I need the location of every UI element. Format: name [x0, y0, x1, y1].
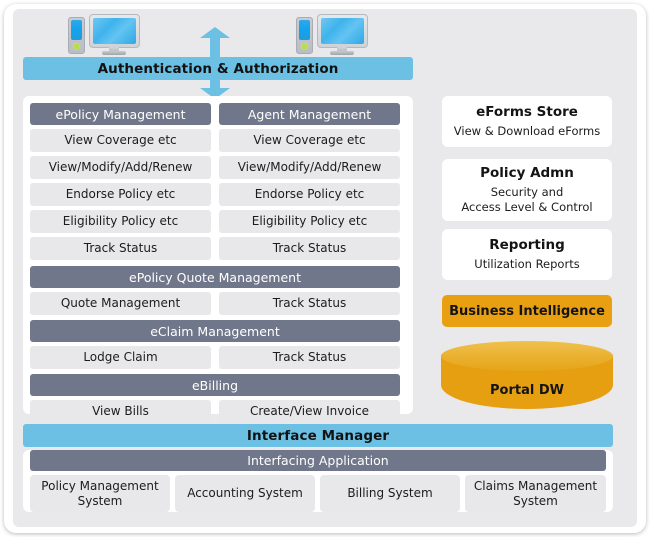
module-item-label: View/Modify/Add/Renew	[237, 160, 382, 175]
interface-manager-label: Interface Manager	[246, 427, 390, 444]
service-card-subtitle: View & Download eForms	[453, 124, 601, 139]
module-item-label: Track Status	[272, 241, 347, 256]
module-item-label: Lodge Claim	[83, 350, 158, 365]
group-header-agent-management[interactable]: Agent Management	[219, 103, 400, 125]
module-item-view-bills[interactable]: View Bills	[30, 400, 211, 423]
portal-data-warehouse-cylinder[interactable]: Portal DW	[441, 341, 613, 409]
group-header-label: Interfacing Application	[247, 453, 389, 468]
module-item-label: View Coverage etc	[253, 133, 366, 148]
module-item-label: Endorse Policy etc	[254, 187, 365, 202]
desktop-computer-icon	[296, 14, 368, 56]
service-card-eforms-store[interactable]: eForms Store View & Download eForms	[442, 96, 612, 147]
monitor-screen-icon	[93, 18, 136, 44]
interface-manager-bar[interactable]: Interface Manager	[23, 424, 613, 447]
service-card-subtitle: Security and Access Level & Control	[461, 185, 593, 214]
module-item-label: View Coverage etc	[64, 133, 177, 148]
service-card-title: Reporting	[489, 237, 565, 254]
module-item-view-modify-add-renew[interactable]: View/Modify/Add/Renew	[219, 156, 400, 179]
cylinder-top-ellipse	[441, 341, 613, 371]
system-box-accounting-system[interactable]: Accounting System	[175, 475, 315, 512]
computer-tower-icon	[68, 17, 85, 54]
system-box-claims-management-system[interactable]: Claims Management System	[465, 475, 606, 512]
module-item-label: View Bills	[92, 404, 149, 419]
module-item-quote-management[interactable]: Quote Management	[30, 292, 211, 315]
group-header-interfacing-application[interactable]: Interfacing Application	[30, 450, 606, 471]
tower-led-icon	[74, 44, 79, 49]
group-header-epolicy-management[interactable]: ePolicy Management	[30, 103, 211, 125]
group-header-label: eClaim Management	[150, 323, 280, 339]
system-box-label: Policy Management System	[41, 478, 159, 508]
module-item-label: Track Status	[272, 350, 347, 365]
monitor-icon	[89, 14, 140, 48]
computer-tower-icon	[296, 17, 313, 54]
group-header-label: eBilling	[191, 377, 238, 393]
module-item-create-view-invoice[interactable]: Create/View Invoice	[219, 400, 400, 423]
module-item-label: Track Status	[83, 241, 158, 256]
group-header-epolicy-quote-management[interactable]: ePolicy Quote Management	[30, 266, 400, 288]
interfacing-application-card: Interfacing Application Policy Managemen…	[23, 450, 613, 512]
portal-dw-label: Portal DW	[490, 383, 564, 398]
service-card-subtitle: Utilization Reports	[474, 257, 580, 272]
module-item-track-status[interactable]: Track Status	[219, 292, 400, 315]
system-box-label: Accounting System	[187, 486, 303, 500]
module-item-view-coverage[interactable]: View Coverage etc	[30, 129, 211, 152]
monitor-screen-icon	[321, 18, 364, 44]
group-header-label: ePolicy Quote Management	[129, 269, 301, 285]
tower-panel-icon	[71, 20, 82, 40]
authentication-authorization-label: Authentication & Authorization	[97, 60, 339, 77]
architecture-diagram: Authentication & Authorization ePolicy M…	[0, 0, 650, 537]
business-intelligence-label: Business Intelligence	[449, 303, 605, 319]
group-header-eclaim-management[interactable]: eClaim Management	[30, 320, 400, 342]
group-header-label: Agent Management	[247, 106, 372, 122]
group-header-ebilling[interactable]: eBilling	[30, 374, 400, 396]
module-item-view-modify-add-renew[interactable]: View/Modify/Add/Renew	[30, 156, 211, 179]
business-intelligence-box[interactable]: Business Intelligence	[442, 295, 612, 327]
tower-panel-icon	[299, 20, 310, 40]
system-box-label: Claims Management System	[473, 478, 598, 508]
service-card-title: eForms Store	[476, 104, 578, 121]
tower-led-icon	[302, 44, 307, 49]
module-item-label: Eligibility Policy etc	[62, 214, 179, 229]
service-card-reporting[interactable]: Reporting Utilization Reports	[442, 229, 612, 280]
module-item-label: Quote Management	[60, 296, 181, 311]
module-item-endorse-policy[interactable]: Endorse Policy etc	[30, 183, 211, 206]
module-item-eligibility-policy[interactable]: Eligibility Policy etc	[219, 210, 400, 233]
module-item-track-status[interactable]: Track Status	[30, 237, 211, 260]
system-box-policy-management-system[interactable]: Policy Management System	[30, 475, 170, 512]
modules-card: ePolicy Management Agent Management View…	[23, 96, 413, 423]
module-item-label: Create/View Invoice	[249, 404, 370, 419]
module-item-track-status[interactable]: Track Status	[219, 237, 400, 260]
module-item-track-status[interactable]: Track Status	[219, 346, 400, 369]
system-box-label: Billing System	[347, 486, 433, 500]
system-box-billing-system[interactable]: Billing System	[320, 475, 460, 512]
desktop-computer-icon	[68, 14, 140, 56]
service-card-title: Policy Admn	[480, 165, 574, 182]
module-item-label: Track Status	[272, 296, 347, 311]
service-card-policy-admn[interactable]: Policy Admn Security and Access Level & …	[442, 159, 612, 221]
module-item-lodge-claim[interactable]: Lodge Claim	[30, 346, 211, 369]
monitor-stand-base-icon	[330, 51, 354, 55]
module-item-endorse-policy[interactable]: Endorse Policy etc	[219, 183, 400, 206]
module-item-label: Endorse Policy etc	[65, 187, 176, 202]
monitor-stand-base-icon	[102, 51, 126, 55]
monitor-icon	[317, 14, 368, 48]
module-item-label: Eligibility Policy etc	[251, 214, 368, 229]
module-item-view-coverage[interactable]: View Coverage etc	[219, 129, 400, 152]
module-item-label: View/Modify/Add/Renew	[48, 160, 193, 175]
module-item-eligibility-policy[interactable]: Eligibility Policy etc	[30, 210, 211, 233]
group-header-label: ePolicy Management	[55, 106, 186, 122]
authentication-authorization-bar[interactable]: Authentication & Authorization	[23, 57, 413, 80]
